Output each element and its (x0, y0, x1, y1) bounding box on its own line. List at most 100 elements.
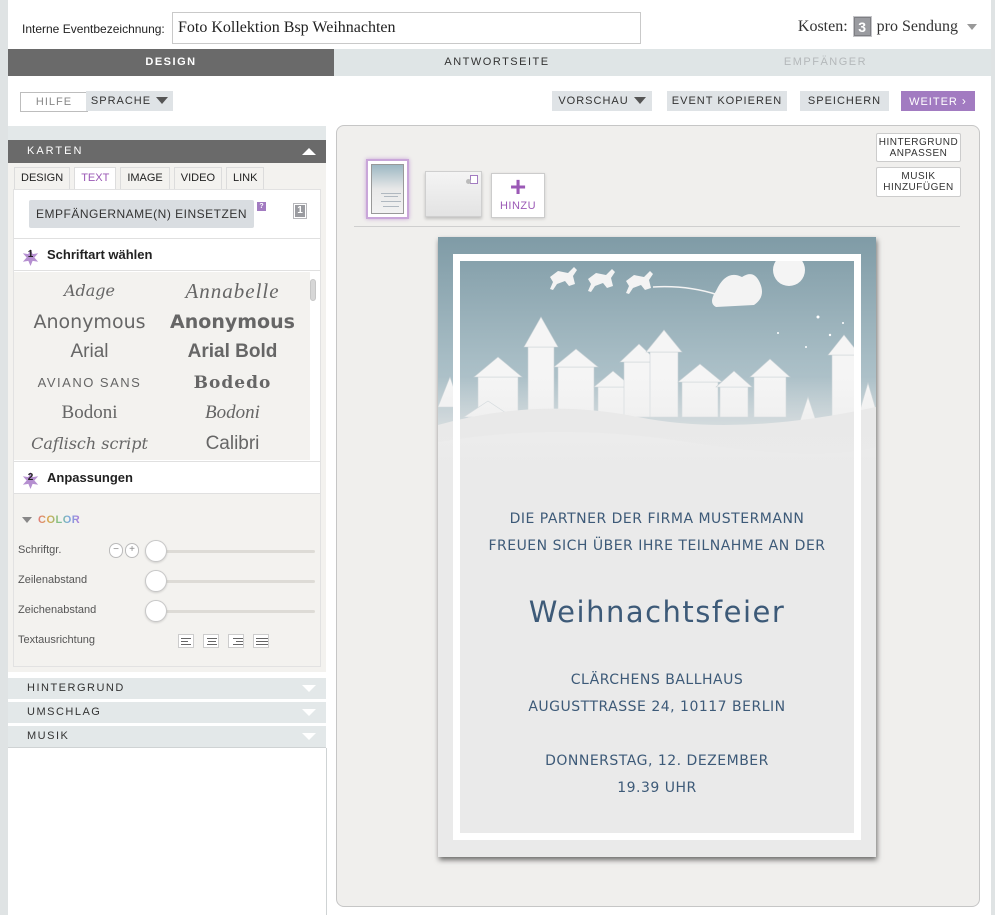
align-left-icon[interactable] (178, 634, 194, 648)
color-label: COLOR (38, 514, 81, 526)
font-option[interactable]: Bodedo (161, 368, 304, 399)
tab-design[interactable]: DESIGN (8, 49, 334, 76)
font-option[interactable]: Anonymous (161, 307, 304, 338)
letter-spacing-label: Zeichenabstand (18, 604, 97, 616)
letter-spacing-slider-track[interactable] (156, 610, 315, 613)
step-star-icon: 2 (22, 469, 39, 489)
invitation-card[interactable]: DIE PARTNER DER FIRMA MUSTERMANN FREUEN … (438, 237, 876, 857)
card-date[interactable]: DONNERSTAG, 12. DEZEMBER (438, 753, 876, 769)
chevron-down-icon (302, 733, 316, 740)
postmark-icon (466, 179, 471, 184)
envelope-thumbnail[interactable] (425, 171, 482, 217)
accordion-hintergrund[interactable]: HINTERGRUND (8, 678, 326, 699)
font-option[interactable]: Bodoni (18, 398, 161, 429)
section-title: Anpassungen (47, 470, 133, 485)
subtab-image[interactable]: IMAGE (120, 167, 170, 189)
font-option[interactable]: Anonymous (18, 307, 161, 338)
step-number: 1 (27, 249, 34, 260)
add-page-label: HINZU (499, 200, 537, 212)
cost-label: Kosten: (797, 17, 848, 35)
font-list-scrollbar[interactable] (310, 279, 316, 301)
accordion-label: MUSIK (27, 730, 70, 742)
card-thumbnail-image (371, 164, 404, 214)
section-title: Schriftart wählen (47, 247, 153, 262)
insert-recipient-name-button[interactable]: EMPFÄNGERNAME(N) EINSETZEN (29, 200, 254, 228)
plus-button[interactable]: + (125, 543, 139, 558)
section-font-choice: 1 Schriftart wählen (14, 238, 320, 271)
subtab-text[interactable]: TEXT (74, 167, 117, 189)
copy-event-button[interactable]: EVENT KOPIEREN (667, 91, 787, 111)
font-option[interactable]: Arial (18, 337, 161, 368)
button-line: MUSIK (901, 171, 936, 182)
card-title[interactable]: Weihnachtsfeier (438, 595, 876, 629)
font-size-slider-knob[interactable] (145, 540, 167, 562)
align-right-icon[interactable] (228, 634, 244, 648)
line-spacing-slider-track[interactable] (156, 580, 315, 583)
step-number: 2 (27, 472, 34, 483)
card-line-1[interactable]: DIE PARTNER DER FIRMA MUSTERMANN (438, 511, 876, 527)
triangle-down-icon (22, 517, 32, 524)
section-adjustments: 2 Anpassungen (14, 461, 320, 494)
card-thumbnail[interactable] (366, 159, 409, 219)
collapse-icon[interactable] (302, 148, 316, 155)
line-spacing-slider-knob[interactable] (145, 570, 167, 592)
button-line: HINTERGRUND (878, 137, 959, 148)
cost-display[interactable]: Kosten: 3 pro Sendung (798, 16, 977, 37)
accordion-umschlag[interactable]: UMSCHLAG (8, 702, 326, 723)
font-option[interactable]: Caflisch script (18, 429, 161, 460)
divider (8, 747, 326, 748)
page-indicator[interactable]: 1 (293, 203, 307, 219)
font-option[interactable]: Bodoni (161, 398, 304, 429)
chevron-down-icon[interactable] (967, 23, 977, 30)
card-venue[interactable]: CLÄRCHENS BALLHAUS (438, 672, 876, 688)
help-button[interactable]: HILFE (20, 92, 88, 112)
accordion-musik[interactable]: MUSIK (8, 726, 326, 747)
chevron-down-icon (302, 709, 316, 716)
main-nav: DESIGN ANTWORTSEITE EMPFÄNGER (8, 49, 991, 76)
font-option[interactable]: Annabelle (161, 276, 304, 307)
text-align-label: Textausrichtung (18, 634, 96, 646)
step-star-icon: 1 (22, 246, 39, 266)
event-name-label: Interne Eventbezeichnung: (22, 22, 165, 36)
add-page-button[interactable]: + HINZU (491, 173, 545, 218)
button-line: HINZUFÜGEN (883, 182, 954, 193)
color-toggle[interactable]: COLOR (22, 514, 80, 526)
next-button[interactable]: WEITER › (901, 91, 975, 111)
text-align-group (178, 634, 269, 648)
align-center-icon[interactable] (203, 634, 219, 648)
plus-icon: + (509, 171, 527, 202)
font-option[interactable]: Adage (18, 276, 161, 307)
karten-header[interactable]: KARTEN (8, 140, 326, 163)
card-address[interactable]: AUGUSTTRASSE 24, 10117 BERLIN (438, 699, 876, 715)
align-justify-icon[interactable] (253, 634, 269, 648)
subtab-video[interactable]: VIDEO (173, 167, 222, 189)
subtab-link[interactable]: LINK (226, 167, 265, 189)
button-line: ANPASSEN (889, 148, 948, 159)
card-time[interactable]: 19.39 UHR (438, 780, 876, 796)
cost-value: 3 (852, 16, 872, 37)
stamp-icon (470, 175, 478, 184)
adjust-background-button[interactable]: HINTERGRUND ANPASSEN (876, 133, 961, 162)
font-size-stepper: − + (109, 543, 141, 558)
preview-button[interactable]: VORSCHAU (552, 91, 652, 111)
tab-empfaenger[interactable]: EMPFÄNGER (660, 49, 991, 76)
save-button[interactable]: SPEICHERN (800, 91, 889, 111)
accordion-label: UMSCHLAG (27, 706, 102, 718)
font-size-slider-track[interactable] (156, 550, 315, 553)
font-option[interactable]: Arial Bold (161, 337, 304, 368)
event-name-input[interactable]: Foto Kollektion Bsp Weihnachten (172, 12, 641, 44)
accordion-label: HINTERGRUND (27, 682, 125, 694)
minus-button[interactable]: − (109, 543, 123, 558)
card-line-2[interactable]: FREUEN SICH ÜBER IHRE TEILNAHME AN DER (438, 538, 876, 554)
chevron-down-icon (302, 685, 316, 692)
subtab-design[interactable]: DESIGN (14, 167, 71, 189)
font-option[interactable]: AVIANO SANS (18, 368, 161, 399)
language-button[interactable]: SPRACHE (86, 91, 173, 111)
help-icon[interactable]: ? (257, 202, 266, 211)
font-size-label: Schriftgr. (18, 544, 62, 556)
tab-antwortseite[interactable]: ANTWORTSEITE (334, 49, 660, 76)
font-option[interactable]: Calibri (161, 429, 304, 460)
add-music-button[interactable]: MUSIK HINZUFÜGEN (876, 167, 961, 197)
letter-spacing-slider-knob[interactable] (145, 600, 167, 622)
app-frame: Interne Eventbezeichnung: Foto Kollektio… (8, 0, 991, 915)
